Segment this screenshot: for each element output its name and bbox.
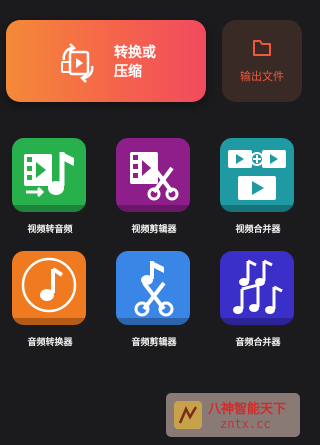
tool-video-merger[interactable]: 视频合并器 bbox=[208, 138, 308, 248]
video-cutter-icon bbox=[116, 138, 190, 212]
video-merger-icon bbox=[220, 138, 294, 212]
convert-files-icon bbox=[56, 40, 100, 84]
watermark-url: zntx.cc bbox=[220, 417, 271, 431]
convert-label: 转换或 压缩 bbox=[114, 44, 194, 82]
tool-audio-cutter[interactable]: 音频剪辑器 bbox=[104, 251, 204, 361]
convert-label-line1: 转换或 bbox=[114, 45, 156, 61]
tool-label: 音频合并器 bbox=[235, 338, 281, 348]
tool-audio-merger[interactable]: 音频合并器 bbox=[208, 251, 308, 361]
tool-label: 音频剪辑器 bbox=[131, 338, 177, 348]
output-files-button[interactable]: 输出文件 bbox=[222, 20, 302, 102]
audio-cutter-icon bbox=[116, 251, 190, 325]
convert-or-compress-button[interactable]: 转换或 压缩 bbox=[6, 20, 206, 102]
tool-video-cutter[interactable]: 视频剪辑器 bbox=[104, 138, 204, 248]
video-to-audio-icon bbox=[12, 138, 86, 212]
tool-label: 视频转音频 bbox=[27, 225, 73, 235]
watermark-text: 八神智能天下 bbox=[208, 402, 287, 417]
tool-label: 视频剪辑器 bbox=[131, 225, 177, 235]
audio-converter-icon bbox=[12, 251, 86, 325]
tool-video-to-audio[interactable]: 视频转音频 bbox=[0, 138, 100, 248]
convert-label-line2: 压缩 bbox=[114, 64, 142, 80]
output-files-label: 输出文件 bbox=[240, 70, 284, 83]
watermark-logo-icon bbox=[172, 399, 204, 431]
audio-merger-icon bbox=[220, 251, 294, 325]
tool-audio-converter[interactable]: 音频转换器 bbox=[0, 251, 100, 361]
tool-label: 视频合并器 bbox=[235, 225, 281, 235]
folder-icon bbox=[250, 36, 274, 60]
tool-label: 音频转换器 bbox=[27, 338, 73, 348]
watermark: 八神智能天下 zntx.cc bbox=[166, 393, 300, 437]
